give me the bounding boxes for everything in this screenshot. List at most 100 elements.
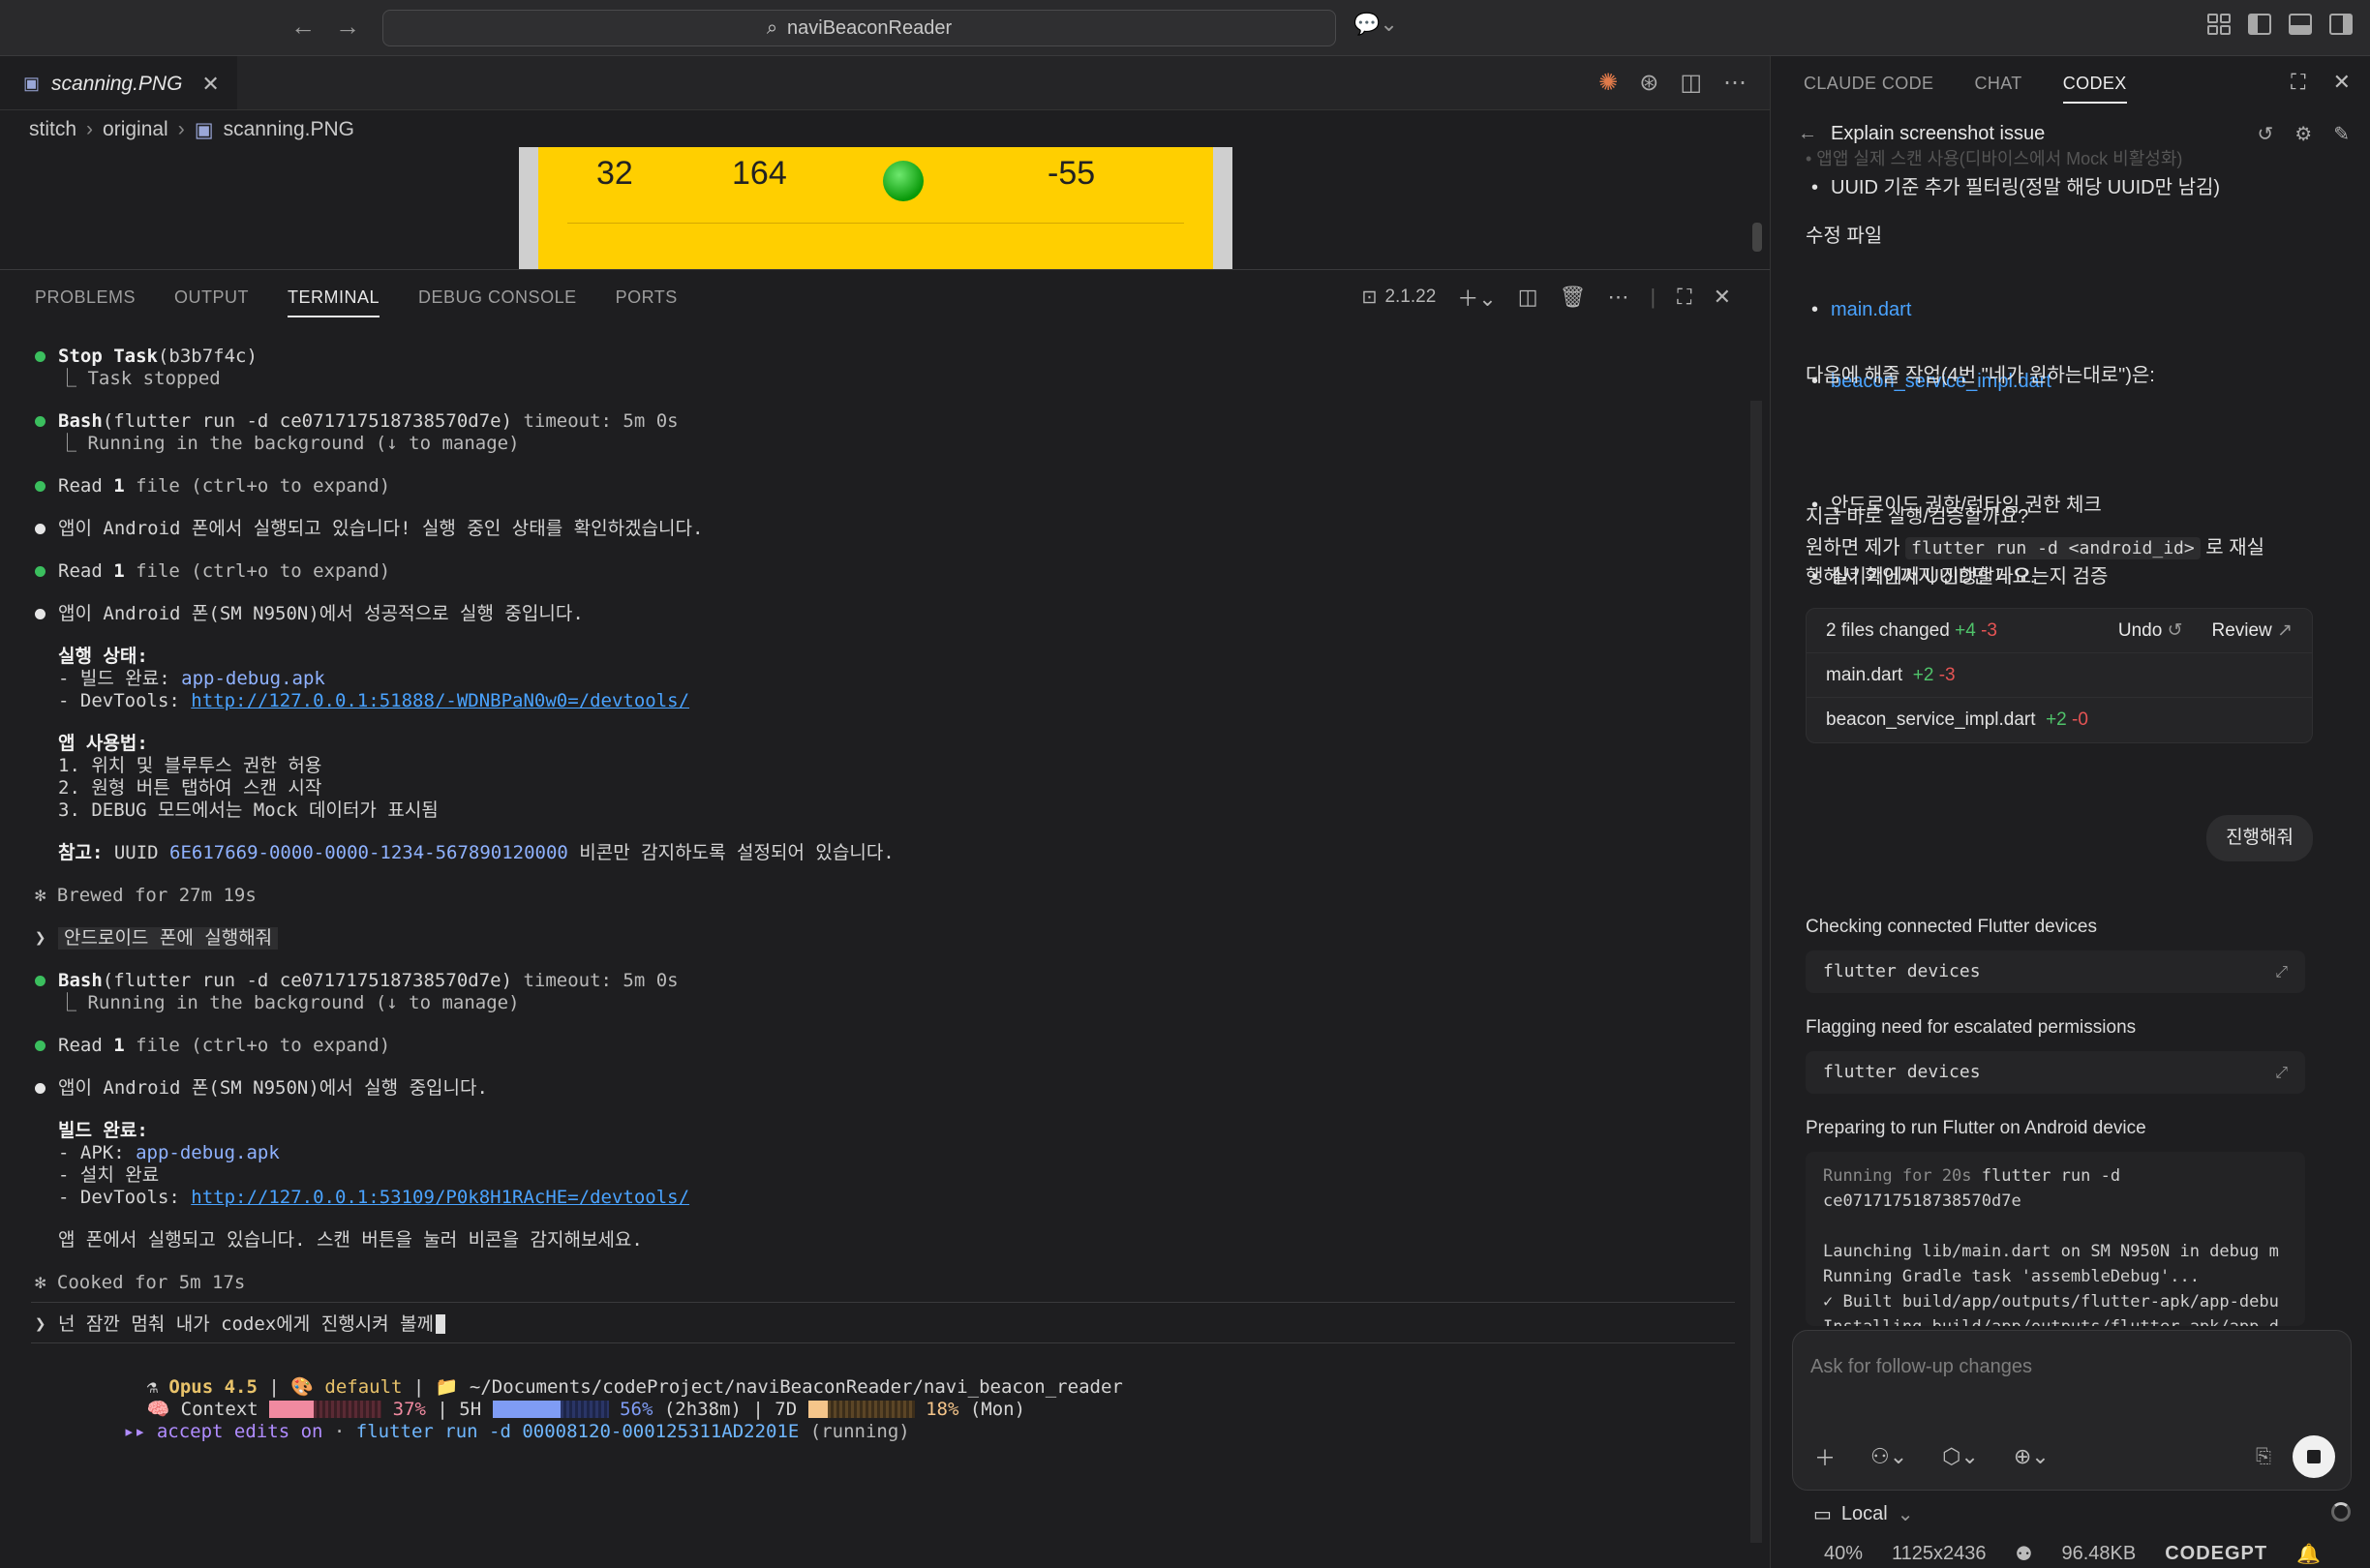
customize-layout-icon[interactable] <box>2207 14 2231 35</box>
bell-icon[interactable]: 🔔 <box>2296 1542 2321 1566</box>
chevron-right-icon: › <box>177 118 185 140</box>
background-task[interactable]: flutter run -d 00008120-000125311AD2201E <box>356 1421 800 1442</box>
tab-problems[interactable]: PROBLEMS <box>35 280 136 316</box>
tab-claude-code[interactable]: CLAUDE CODE <box>1804 68 1933 100</box>
command-text: flutter devices <box>1823 1062 1981 1082</box>
tab-debug-console[interactable]: DEBUG CONSOLE <box>418 280 577 316</box>
breadcrumb-item[interactable]: original <box>103 118 168 141</box>
close-panel-icon[interactable]: ✕ <box>1714 285 1731 310</box>
environment-selector[interactable]: ▭ Local ⌄ <box>1813 1502 1913 1526</box>
stop-button[interactable] <box>2293 1435 2335 1478</box>
toggle-primary-sidebar-icon[interactable] <box>2248 14 2271 35</box>
file-link-main-dart[interactable]: main.dart <box>1831 299 1911 320</box>
input-divider <box>31 1342 1735 1343</box>
tool-name: Bash <box>58 970 103 991</box>
add-icon[interactable]: ＋ <box>1814 1441 1836 1472</box>
message-dot-icon <box>35 524 46 534</box>
command-block[interactable]: flutter devices ⤢ <box>1806 950 2305 993</box>
back-arrow-icon[interactable]: ← <box>290 12 316 42</box>
review-label: Review <box>2211 619 2272 641</box>
expand-icon[interactable]: ⤢ <box>2275 958 2288 985</box>
text: - 빌드 완료: <box>58 668 182 689</box>
close-tab-icon[interactable]: ✕ <box>201 72 219 97</box>
changed-file-row[interactable]: main.dart +2 -3 <box>1807 653 2312 698</box>
image-file-icon: ▣ <box>194 118 214 141</box>
claude-icon[interactable]: ✺ <box>1598 69 1618 97</box>
text: - APK: <box>58 1142 137 1163</box>
more-actions-icon[interactable]: ⋯ <box>1723 69 1747 97</box>
tool-args: (b3b7f4c) <box>157 346 258 367</box>
devtools-link[interactable]: http://127.0.0.1:53109/P0k8H1RAcHE=/devt… <box>191 1187 689 1208</box>
terminal-selector[interactable]: ⊡ 2.1.22 <box>1362 286 1437 309</box>
toggle-secondary-sidebar-icon[interactable] <box>2329 14 2353 35</box>
composer-right: ⎘ <box>2256 1435 2335 1478</box>
tab-terminal[interactable]: TERMINAL <box>288 280 380 317</box>
changed-file-row[interactable]: beacon_service_impl.dart +2 -0 <box>1807 698 2312 742</box>
review-button[interactable]: Review ↗ <box>2211 618 2293 645</box>
command-output[interactable]: Running for 20s flutter run -d ce0717175… <box>1806 1152 2305 1326</box>
split-terminal-icon[interactable]: ◫ <box>1518 285 1538 310</box>
undo-button[interactable]: Undo ↺ <box>2118 618 2183 645</box>
tab-codex[interactable]: CODEX <box>2062 68 2127 104</box>
section-heading: 빌드 완료: <box>58 1120 148 1141</box>
maximize-panel-icon[interactable]: ⛶ <box>1677 285 1691 310</box>
attach-icon[interactable]: ⎘ <box>2256 1446 2271 1468</box>
zoom-level[interactable]: 40% <box>1824 1543 1863 1565</box>
loading-spinner-icon <box>2331 1502 2351 1522</box>
sidebar-actions: ⛶ ✕ <box>2291 70 2351 95</box>
assistant-message: 앱 폰에서 실행되고 있습니다. 스캔 버튼을 눌러 비콘을 감지해보세요. <box>58 1229 643 1251</box>
breadcrumb-item[interactable]: stitch <box>29 118 76 141</box>
copilot-icon[interactable]: ⚉ <box>2016 1542 2033 1566</box>
terminal-scrollbar[interactable] <box>1750 401 1762 1543</box>
status-bar: 40% 1125x2436 ⚉ 96.48KB CODEGPT 🔔 <box>1770 1539 2370 1568</box>
maximize-icon[interactable]: ⛶ <box>2291 70 2305 95</box>
step-title: Checking connected Flutter devices <box>1806 917 2097 937</box>
history-icon[interactable]: ↺ <box>2258 122 2274 146</box>
model-cube-icon[interactable]: ⬡⌄ <box>1942 1444 1979 1469</box>
forward-arrow-icon[interactable]: → <box>335 12 360 42</box>
settings-icon[interactable]: ⚙ <box>2294 122 2312 146</box>
toggle-panel-icon[interactable] <box>2289 14 2312 35</box>
prompt-input[interactable]: 넌 잠깐 멈춰 내가 codex에게 진행시켜 볼께 <box>58 1313 434 1335</box>
tool-result: ⎿ Running in the background (↓ to manage… <box>58 433 520 454</box>
text: - DevTools: <box>58 1187 192 1208</box>
new-chat-icon[interactable]: ✎ <box>2333 122 2350 146</box>
composer[interactable]: Ask for follow-up changes ＋ ⚇⌄ ⬡⌄ ⊕⌄ ⎘ <box>1792 1330 2352 1491</box>
terminal-output[interactable]: Stop Task(b3b7f4c) ⎿ Task stopped Bash(f… <box>31 346 1739 1548</box>
chat-icon[interactable]: 💬⌄ <box>1353 12 1398 37</box>
status-dot-icon <box>883 161 924 201</box>
breadcrumb-item[interactable]: scanning.PNG <box>224 118 354 141</box>
output-line: Launching lib/main.dart on SM N950N in d… <box>1823 1242 2279 1261</box>
success-dot-icon <box>35 566 46 577</box>
split-editor-icon[interactable]: ◫ <box>1680 69 1702 97</box>
elapsed-time: ✻ Cooked for 5m 17s <box>35 1272 246 1293</box>
scrollbar[interactable] <box>1752 223 1762 252</box>
new-terminal-icon[interactable]: ＋⌄ <box>1457 282 1496 313</box>
devtools-link[interactable]: http://127.0.0.1:51888/-WDNBPaN0w0=/devt… <box>191 690 689 711</box>
running-status: Running for 20s <box>1823 1166 1972 1186</box>
web-access-icon[interactable]: ⊕⌄ <box>2014 1444 2050 1469</box>
edit-mode[interactable]: accept edits on <box>157 1421 323 1442</box>
faded-text: • 앱앱 실제 스캔 사용(디바이스에서 Mock 비활성화) <box>1806 149 2183 168</box>
agent-mode-icon[interactable]: ⚇⌄ <box>1870 1444 1907 1469</box>
tab-ports[interactable]: PORTS <box>616 280 678 316</box>
command-center-search[interactable]: ⌕ naviBeaconReader <box>382 10 1336 46</box>
tab-chat[interactable]: CHAT <box>1974 68 2021 100</box>
trash-icon[interactable]: 🗑 <box>1560 285 1587 310</box>
codex-conversation: • 앱앱 실제 스캔 사용(디바이스에서 Mock 비활성화) UUID 기준 … <box>1806 145 2348 1326</box>
tool-name: Bash <box>58 410 103 432</box>
tab-scanning-png[interactable]: ▣ scanning.PNG ✕ <box>0 56 237 109</box>
text: - DevTools: <box>58 690 192 711</box>
back-arrow-icon[interactable]: ← <box>1798 123 1817 145</box>
composer-input[interactable]: Ask for follow-up changes <box>1810 1356 2032 1378</box>
separator: | <box>1650 285 1656 309</box>
tab-output[interactable]: OUTPUT <box>174 280 249 316</box>
openai-icon[interactable]: ⊛ <box>1639 69 1658 97</box>
command-block[interactable]: flutter devices ⤢ <box>1806 1051 2305 1094</box>
tool-args: (flutter run -d ce071717518738570d7e) <box>102 410 513 432</box>
more-actions-icon[interactable]: ⋯ <box>1607 285 1628 310</box>
expand-icon[interactable]: ⤢ <box>2275 1059 2288 1086</box>
codegpt-logo[interactable]: CODEGPT <box>2165 1543 2267 1565</box>
close-icon[interactable]: ✕ <box>2333 70 2351 95</box>
tool-result: ⎿ Task stopped <box>58 368 221 389</box>
